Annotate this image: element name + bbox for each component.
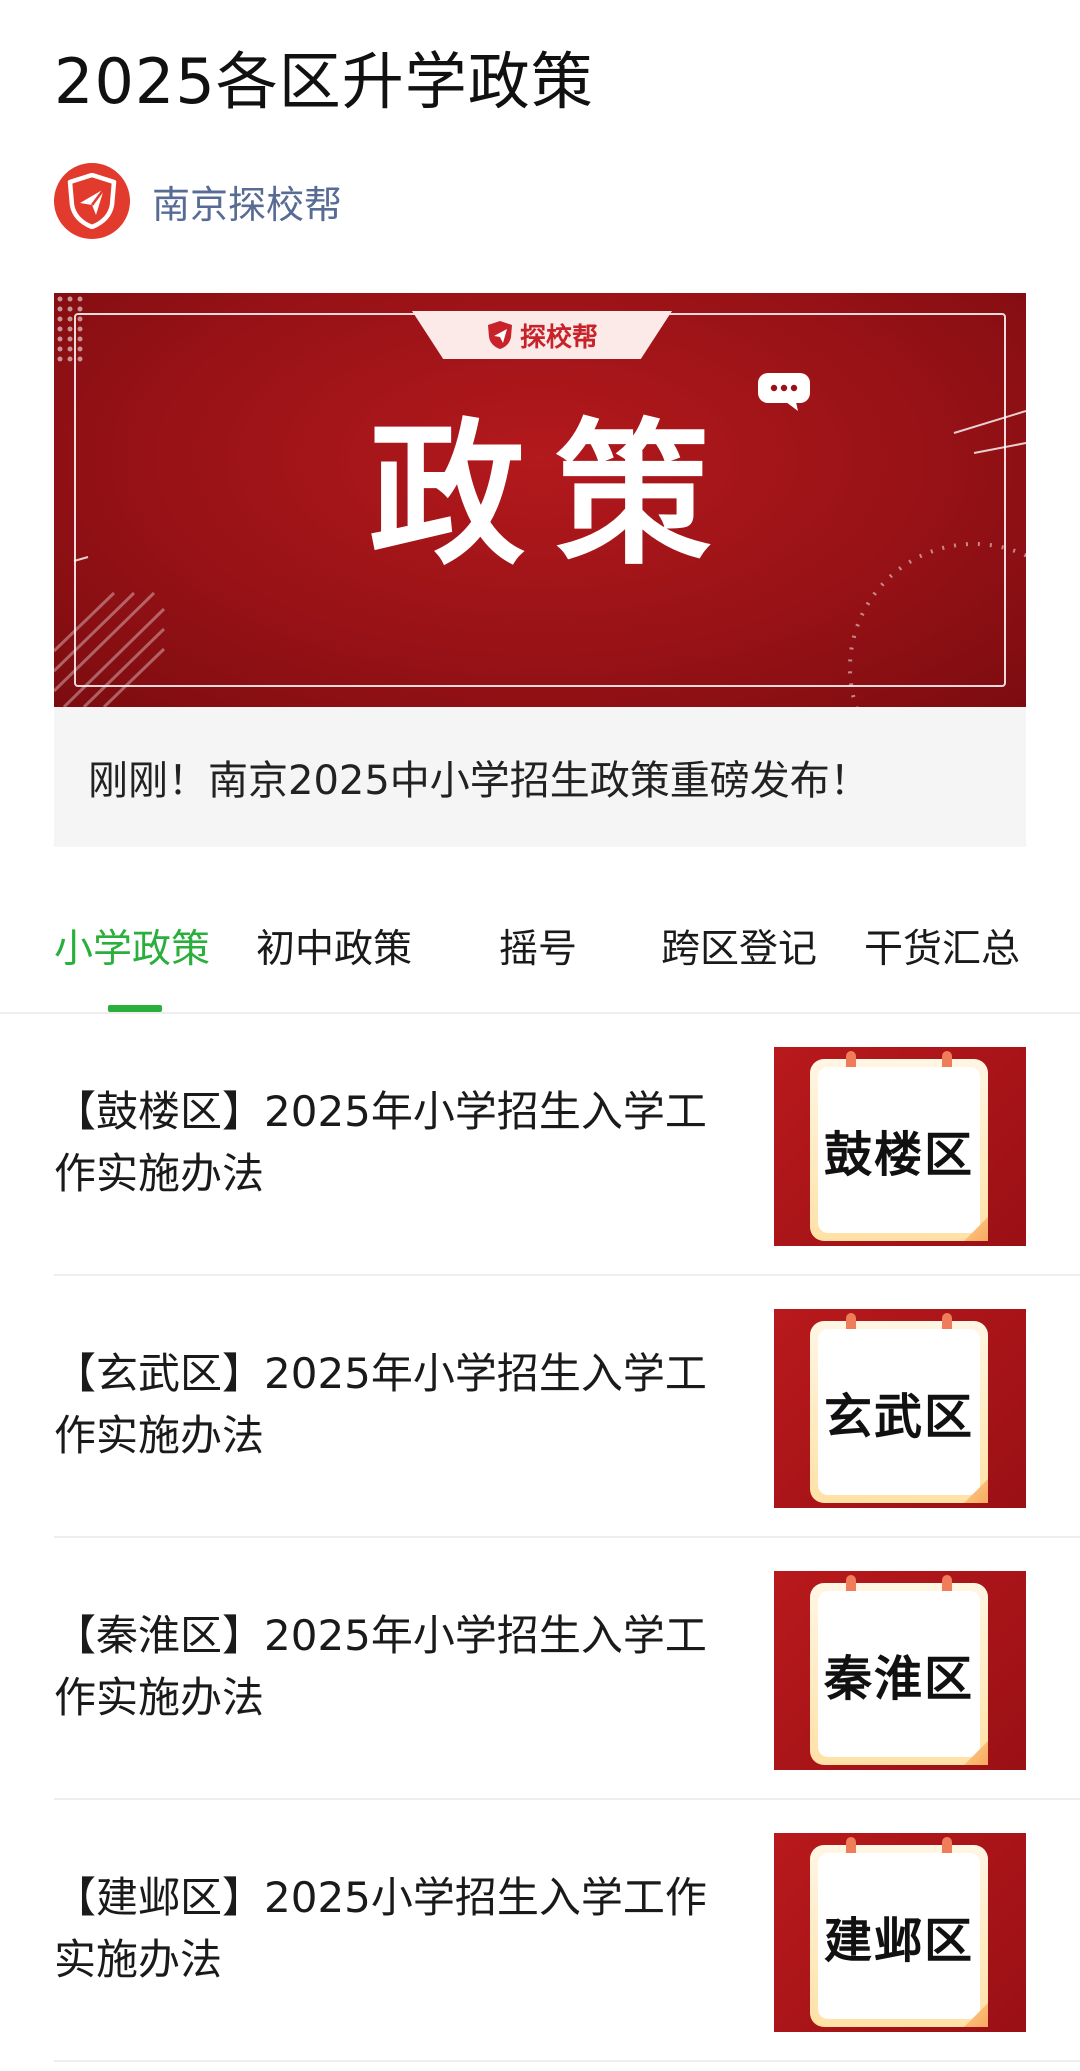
active-tab-indicator [108,1005,162,1012]
featured-article-card[interactable]: 探校帮 政策 刚刚！南京2025中小学招生政策重磅发布！ [54,293,1026,847]
article-title[interactable]: 【玄武区】2025年小学招生入学工作实施办法 [54,1343,734,1467]
brand-shield-icon [487,321,512,349]
article-list-item[interactable]: 【秦淮区】2025年小学招生入学工作实施办法 秦淮区 [54,1538,1080,1800]
article-thumbnail[interactable]: 玄武区 [774,1309,1026,1508]
article-title[interactable]: 【建邺区】2025小学招生入学工作实施办法 [54,1867,734,1991]
tab-summary[interactable]: 干货汇总 [864,920,1020,980]
banner-brand-tab: 探校帮 [412,311,672,359]
page-title: 2025各区升学政策 [54,45,594,118]
article-thumbnail[interactable]: 建邺区 [774,1833,1026,2032]
tab-middle-school-policy[interactable]: 初中政策 [256,920,412,980]
featured-article-title[interactable]: 刚刚！南京2025中小学招生政策重磅发布！ [88,748,870,806]
tab-lottery[interactable]: 摇号 [499,920,577,980]
banner-title: 政策 [369,404,741,586]
thumbnail-label: 秦淮区 [823,1651,974,1707]
article-thumbnail[interactable]: 秦淮区 [774,1571,1026,1770]
article-list-item[interactable]: 【玄武区】2025年小学招生入学工作实施办法 玄武区 [54,1276,1080,1538]
thumbnail-label: 玄武区 [823,1389,974,1445]
featured-article-caption[interactable]: 刚刚！南京2025中小学招生政策重磅发布！ [54,707,1026,847]
paper-plane-shield-icon [67,173,117,229]
article-title[interactable]: 【秦淮区】2025年小学招生入学工作实施办法 [54,1605,734,1729]
banner-brand-label: 探校帮 [519,322,598,353]
tab-primary-school-policy[interactable]: 小学政策 [54,920,210,980]
article-title[interactable]: 【鼓楼区】2025年小学招生入学工作实施办法 [54,1081,734,1205]
thumbnail-label: 建邺区 [823,1913,974,1969]
article-list: 【鼓楼区】2025年小学招生入学工作实施办法 鼓楼区 【玄武区】2025年小学招… [54,1014,1080,2062]
article-list-item[interactable]: 【建邺区】2025小学招生入学工作实施办法 建邺区 [54,1800,1080,2062]
calendar-card-graphic: 鼓楼区 [810,1051,988,1241]
thumbnail-label: 鼓楼区 [823,1127,974,1183]
calendar-card-graphic: 建邺区 [810,1837,988,2027]
category-tabs: 小学政策 初中政策 摇号 跨区登记 干货汇总 [0,880,1080,1014]
author-row[interactable]: 南京探校帮 [54,163,342,239]
author-avatar[interactable] [54,163,130,239]
tab-cross-district-registration[interactable]: 跨区登记 [661,920,817,980]
calendar-card-graphic: 秦淮区 [810,1575,988,1765]
calendar-card-graphic: 玄武区 [810,1313,988,1503]
article-thumbnail[interactable]: 鼓楼区 [774,1047,1026,1246]
article-list-item[interactable]: 【鼓楼区】2025年小学招生入学工作实施办法 鼓楼区 [54,1014,1080,1276]
featured-banner-image[interactable]: 探校帮 政策 [54,293,1026,707]
author-name[interactable]: 南京探校帮 [152,174,342,229]
